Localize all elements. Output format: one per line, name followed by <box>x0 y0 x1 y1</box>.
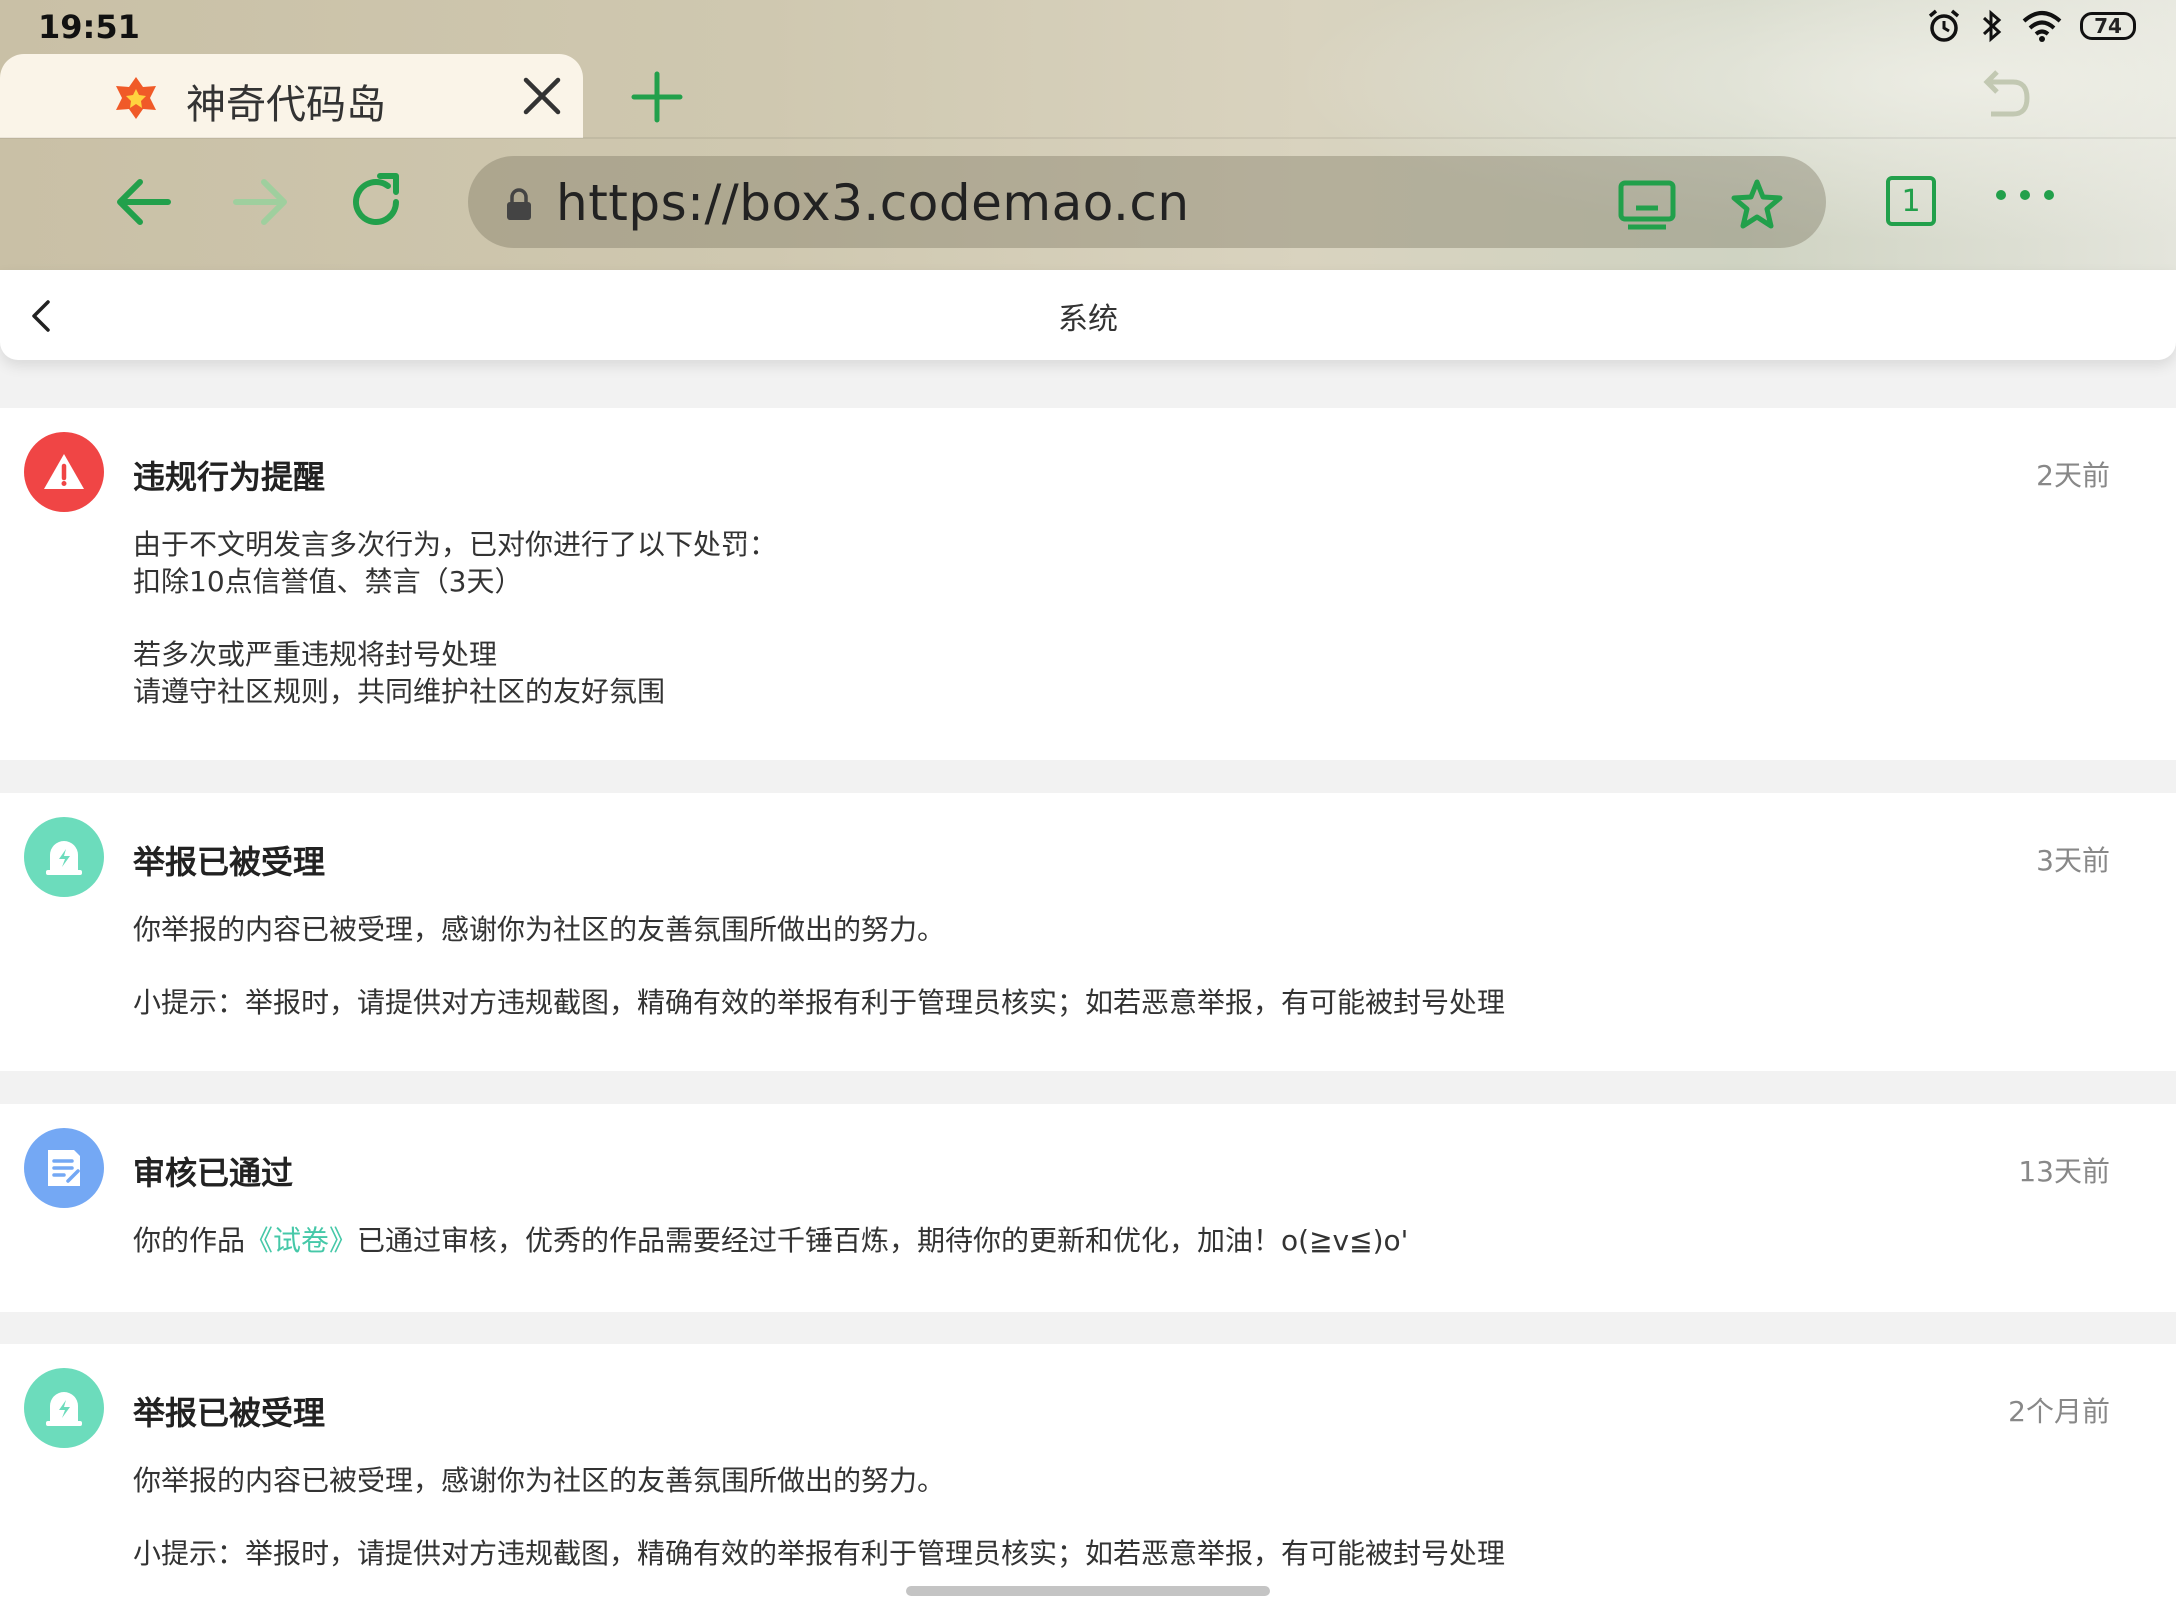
address-bar[interactable]: https://box3.codemao.cn <box>468 156 1826 248</box>
message-title: 违规行为提醒 <box>133 458 326 496</box>
back-arrow-icon[interactable] <box>112 170 176 234</box>
message-line: 你举报的内容已被受理，感谢你为社区的友善氛围所做出的努力。 <box>133 1464 946 1497</box>
message-title: 举报已被受理 <box>133 1394 326 1432</box>
wifi-icon <box>2022 11 2062 42</box>
message-time: 3天前 <box>2036 844 2110 877</box>
new-tab-icon[interactable] <box>630 70 684 124</box>
status-icons: 74 <box>1926 8 2136 44</box>
forward-arrow-icon[interactable] <box>228 170 292 234</box>
message-body: 由于不文明发言多次行为，已对你进行了以下处罚： 扣除10点信誉值、禁言（3天） … <box>133 526 777 710</box>
message-time: 2天前 <box>2036 459 2110 492</box>
message-time: 13天前 <box>2018 1155 2110 1188</box>
message-line: 小提示：举报时，请提供对方违规截图，精确有效的举报有利于管理员核实；如若恶意举报… <box>133 986 1506 1019</box>
message-card[interactable]: 审核已通过 13天前 你的作品《试卷》已通过审核，优秀的作品需要经过千锤百炼，期… <box>0 1104 2176 1312</box>
message-text: 你的作品 <box>133 1224 246 1257</box>
message-line: 小提示：举报时，请提供对方违规截图，精确有效的举报有利于管理员核实；如若恶意举报… <box>133 1537 1506 1570</box>
tab-title: 神奇代码岛 <box>186 82 386 128</box>
message-text: 已通过审核，优秀的作品需要经过千锤百炼，期待你的更新和优化，加油！o(≧v≦)o… <box>357 1224 1409 1257</box>
message-body: 你举报的内容已被受理，感谢你为社区的友善氛围所做出的努力。 小提示：举报时，请提… <box>133 1462 1505 1572</box>
home-indicator[interactable] <box>906 1586 1270 1596</box>
more-menu-icon[interactable] <box>1996 190 2054 200</box>
report-accepted-icon <box>24 1368 104 1448</box>
reader-mode-icon[interactable] <box>1618 180 1676 230</box>
browser-tab[interactable]: 神奇代码岛 <box>0 54 583 138</box>
message-card[interactable]: 违规行为提醒 2天前 由于不文明发言多次行为，已对你进行了以下处罚： 扣除10点… <box>0 408 2176 760</box>
message-line: 扣除10点信誉值、禁言（3天） <box>133 565 523 598</box>
message-line: 你举报的内容已被受理，感谢你为社区的友善氛围所做出的努力。 <box>133 913 946 946</box>
refresh-icon[interactable] <box>344 170 408 234</box>
status-time: 19:51 <box>38 8 140 46</box>
url-text: https://box3.codemao.cn <box>556 174 1190 232</box>
bookmark-star-icon[interactable] <box>1730 178 1784 230</box>
favicon-icon <box>116 77 156 119</box>
message-title: 审核已通过 <box>133 1154 294 1192</box>
page-title: 系统 <box>1058 302 1118 337</box>
message-time: 2个月前 <box>2008 1395 2110 1428</box>
work-link[interactable]: 《试卷》 <box>245 1224 357 1257</box>
message-body: 你的作品《试卷》已通过审核，优秀的作品需要经过千锤百炼，期待你的更新和优化，加油… <box>133 1222 1408 1259</box>
page-header: 系统 <box>0 270 2176 360</box>
lock-icon <box>507 188 531 220</box>
alarm-icon <box>1928 9 1960 42</box>
undo-close-icon[interactable] <box>1975 70 2035 124</box>
message-line: 请遵守社区规则，共同维护社区的友好氛围 <box>133 675 666 708</box>
message-line: 由于不文明发言多次行为，已对你进行了以下处罚： <box>133 528 778 561</box>
message-card[interactable]: 举报已被受理 2个月前 你举报的内容已被受理，感谢你为社区的友善氛围所做出的努力… <box>0 1344 2176 1600</box>
message-body: 你举报的内容已被受理，感谢你为社区的友善氛围所做出的努力。 小提示：举报时，请提… <box>133 911 1505 1021</box>
warning-icon <box>24 432 104 512</box>
bluetooth-icon <box>1982 9 2002 43</box>
battery-icon: 74 <box>2080 12 2136 40</box>
message-line: 若多次或严重违规将封号处理 <box>133 638 498 671</box>
browser-chrome: 19:51 74 神奇代码岛 https://box3.codemao.cn 1 <box>0 0 2176 270</box>
report-accepted-icon <box>24 817 104 897</box>
document-approved-icon <box>24 1128 104 1208</box>
close-tab-icon[interactable] <box>520 74 564 118</box>
toolbar-divider <box>0 137 2176 139</box>
message-title: 举报已被受理 <box>133 843 326 881</box>
tabs-count-button[interactable]: 1 <box>1886 176 1936 226</box>
message-card[interactable]: 举报已被受理 3天前 你举报的内容已被受理，感谢你为社区的友善氛围所做出的努力。… <box>0 793 2176 1071</box>
